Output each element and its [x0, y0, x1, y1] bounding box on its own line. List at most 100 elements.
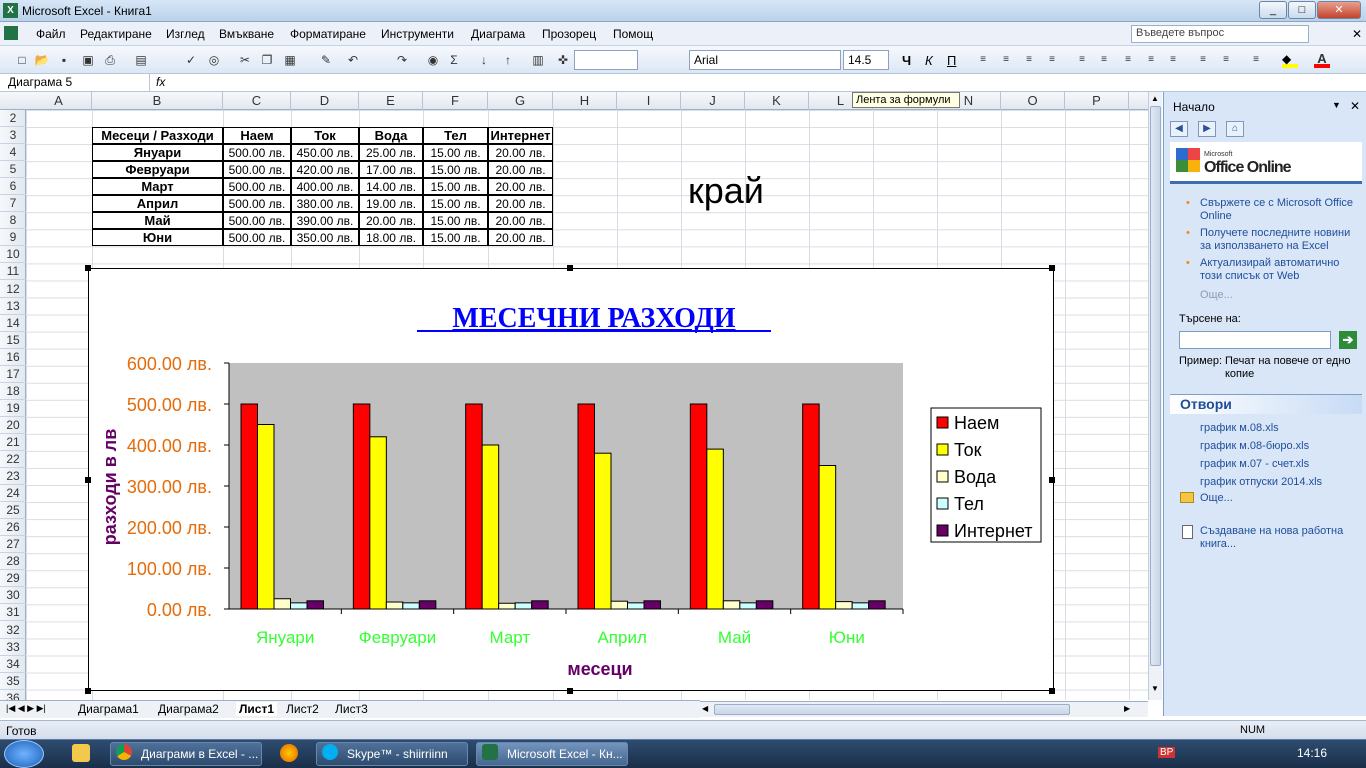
col-header-B[interactable]: B — [92, 92, 223, 110]
tray-lang[interactable]: BP — [1158, 747, 1176, 758]
scroll-right-icon[interactable]: ▶ — [1124, 704, 1130, 713]
row-header-34[interactable]: 34 — [0, 656, 26, 673]
chart-resize-handle[interactable] — [1049, 477, 1055, 483]
row-header-8[interactable]: 8 — [0, 212, 26, 230]
table-cell[interactable]: 380.00 лв. — [291, 195, 359, 213]
close-button[interactable]: ✕ — [1317, 1, 1361, 19]
menu-5[interactable]: Инструменти — [381, 27, 454, 41]
spelling-icon[interactable]: ✓ — [183, 52, 199, 68]
bold-button[interactable]: Ч — [902, 53, 911, 68]
explorer-icon[interactable] — [72, 744, 90, 762]
scroll-left-icon[interactable]: ◀ — [702, 704, 708, 713]
research-icon[interactable]: ◎ — [206, 52, 222, 68]
table-cell[interactable]: 20.00 лв. — [488, 161, 553, 179]
row-header-16[interactable]: 16 — [0, 349, 26, 366]
table-cell[interactable]: 19.00 лв. — [359, 195, 423, 213]
office-online-link[interactable]: Свържете се с Microsoft Office Online — [1200, 197, 1358, 223]
hyperlink-icon[interactable]: ◉ — [425, 52, 441, 68]
sort-asc-icon[interactable]: ↓ — [476, 52, 492, 68]
row-header-23[interactable]: 23 — [0, 468, 26, 486]
format-painter-icon[interactable]: ✎ — [318, 52, 334, 68]
table-header-cell[interactable]: Тел — [423, 127, 488, 145]
table-cell[interactable]: 15.00 лв. — [423, 212, 488, 230]
search-go-icon[interactable]: ➔ — [1339, 331, 1357, 349]
font-size-combo[interactable]: 14.5 — [843, 50, 889, 70]
chart-resize-handle[interactable] — [567, 688, 573, 694]
redo-icon[interactable]: ↷ — [394, 52, 410, 68]
borders-icon[interactable]: ≡ — [1248, 52, 1264, 68]
table-cell[interactable]: 500.00 лв. — [223, 144, 291, 162]
save-icon[interactable]: ▪ — [56, 52, 72, 68]
tab-диаграма1[interactable]: Диаграма1 — [78, 702, 139, 716]
row-header-33[interactable]: 33 — [0, 639, 26, 656]
copy-icon[interactable]: ❐ — [259, 52, 275, 68]
row-header-26[interactable]: 26 — [0, 519, 26, 537]
row-header-35[interactable]: 35 — [0, 673, 26, 690]
table-header-cell[interactable]: Вода — [359, 127, 423, 145]
row-header-6[interactable]: 6 — [0, 178, 26, 196]
row-header-31[interactable]: 31 — [0, 604, 26, 622]
row-header-12[interactable]: 12 — [0, 281, 26, 298]
underline-button[interactable]: П — [947, 53, 956, 68]
table-cell[interactable]: 350.00 лв. — [291, 229, 359, 247]
row-header-30[interactable]: 30 — [0, 587, 26, 605]
currency-icon[interactable]: ≡ — [1074, 52, 1090, 68]
table-cell[interactable]: Февруари — [92, 161, 223, 179]
firefox-icon[interactable] — [280, 744, 298, 762]
align-right-icon[interactable]: ≡ — [1021, 52, 1037, 68]
col-header-F[interactable]: F — [423, 92, 488, 110]
merge-icon[interactable]: ≡ — [1044, 52, 1060, 68]
row-header-3[interactable]: 3 — [0, 127, 26, 145]
col-header-G[interactable]: G — [488, 92, 553, 110]
chart-resize-handle[interactable] — [567, 265, 573, 271]
table-cell[interactable]: 400.00 лв. — [291, 178, 359, 196]
kraj-text[interactable]: край — [688, 170, 764, 212]
table-cell[interactable]: 20.00 лв. — [488, 212, 553, 230]
recent-file-link[interactable]: график м.08.xls — [1200, 422, 1279, 435]
menu-8[interactable]: Помощ — [613, 27, 653, 41]
search-input[interactable] — [1179, 331, 1331, 349]
minimize-button[interactable]: _ — [1259, 1, 1287, 19]
dec-inc-icon[interactable]: ≡ — [1143, 52, 1159, 68]
indent-dec-icon[interactable]: ≡ — [1195, 52, 1211, 68]
row-header-11[interactable]: 11 — [0, 263, 26, 281]
fx-icon[interactable]: fx — [156, 75, 165, 89]
table-cell[interactable]: 18.00 лв. — [359, 229, 423, 247]
paste-icon[interactable]: ▦ — [282, 52, 298, 68]
scroll-down-icon[interactable]: ▼ — [1151, 684, 1159, 693]
formula-bar[interactable] — [0, 74, 1366, 92]
tab-лист2[interactable]: Лист2 — [286, 702, 319, 716]
table-header-cell[interactable]: Наем — [223, 127, 291, 145]
table-cell[interactable]: Януари — [92, 144, 223, 162]
sort-desc-icon[interactable]: ↑ — [500, 52, 516, 68]
font-color-icon[interactable]: A — [1314, 51, 1330, 68]
table-header-cell[interactable]: Ток — [291, 127, 359, 145]
chart-wizard-icon[interactable]: ▥ — [530, 52, 546, 68]
col-header-O[interactable]: O — [1001, 92, 1065, 110]
row-header-2[interactable]: 2 — [0, 110, 26, 127]
taskbar-chrome[interactable]: Диаграми в Excel - ... — [110, 742, 262, 766]
new-workbook-link[interactable]: Създаване на нова работна книга... — [1200, 525, 1360, 551]
table-cell[interactable]: 25.00 лв. — [359, 144, 423, 162]
row-header-17[interactable]: 17 — [0, 366, 26, 383]
back-icon[interactable]: ◀ — [1170, 121, 1188, 137]
scroll-thumb[interactable] — [1150, 106, 1161, 666]
horizontal-scrollbar[interactable]: ◀ ▶ — [700, 701, 1148, 717]
chart-resize-handle[interactable] — [1049, 265, 1055, 271]
drawing-icon[interactable]: ✜ — [555, 52, 571, 68]
vertical-scrollbar[interactable]: ▲ ▼ — [1148, 92, 1162, 700]
table-cell[interactable]: 15.00 лв. — [423, 144, 488, 162]
tab-лист3[interactable]: Лист3 — [335, 702, 368, 716]
table-cell[interactable]: 450.00 лв. — [291, 144, 359, 162]
table-cell[interactable]: 20.00 лв. — [488, 229, 553, 247]
recent-file-link[interactable]: график отпуски 2014.xls — [1200, 476, 1322, 489]
table-header-cell[interactable]: Месеци / Разходи — [92, 127, 223, 145]
table-cell[interactable]: 17.00 лв. — [359, 161, 423, 179]
recent-file-link[interactable]: график м.07 - счет.xls — [1200, 458, 1309, 471]
table-cell[interactable]: Март — [92, 178, 223, 196]
task-pane-close-icon[interactable]: ✕ — [1350, 99, 1360, 113]
fill-color-icon[interactable]: ◆ — [1282, 52, 1298, 68]
chart-resize-handle[interactable] — [85, 477, 91, 483]
chart-resize-handle[interactable] — [85, 688, 91, 694]
percent-icon[interactable]: ≡ — [1096, 52, 1112, 68]
